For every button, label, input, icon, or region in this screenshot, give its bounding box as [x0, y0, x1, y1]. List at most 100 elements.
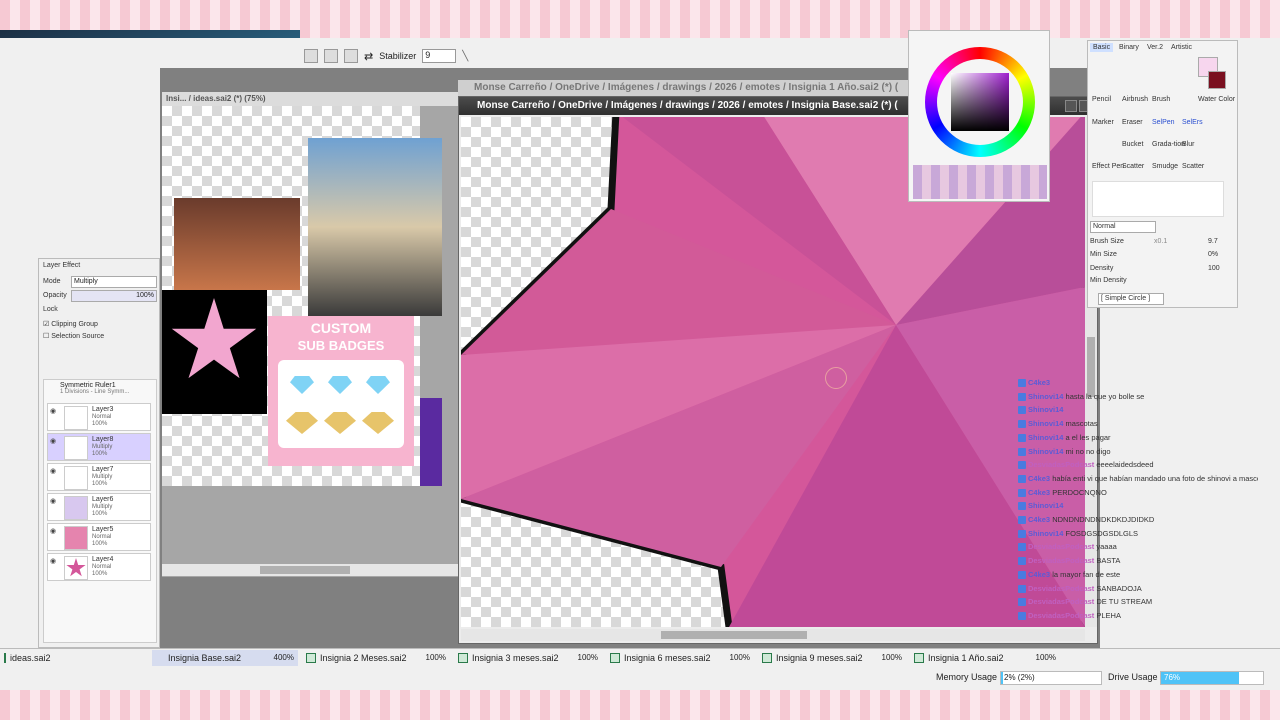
layer-item[interactable]: ◉ Layer3 Normal 100% — [47, 403, 151, 431]
ideas-document-window[interactable]: Insi... / ideas.sai2 (*) (75%) CUSTOM SU… — [162, 92, 458, 577]
chat-message: DesviadasPodcast BASTA — [1018, 554, 1258, 568]
selection-source-checkbox[interactable]: ☐ Selection Source — [43, 332, 104, 340]
tool-eraser[interactable]: Eraser — [1122, 119, 1143, 126]
tool-selers[interactable]: SelErs — [1182, 119, 1203, 126]
visibility-eye-icon[interactable]: ◉ — [50, 527, 60, 535]
chat-text: mi no no digo — [1063, 446, 1111, 456]
chat-username: DesviadasPodcast — [1028, 556, 1095, 566]
blend-mode-select[interactable]: Normal — [1090, 221, 1156, 233]
chat-message: C4ke3 había enti vi que habían mandado u… — [1018, 472, 1258, 486]
brush-cursor-icon — [825, 367, 847, 389]
tab-document[interactable]: Insignia 3 meses.sai2 100% — [454, 650, 602, 666]
min-density-label: Min Density — [1090, 277, 1127, 284]
ruler-desc: 1 Divisions - Line Symm... — [60, 389, 130, 395]
tool-marker[interactable]: Marker — [1092, 119, 1114, 126]
chat-message: Shinovi14 — [1018, 403, 1258, 417]
chat-badge-icon — [1018, 461, 1026, 470]
layer-item[interactable]: ◉ Layer7 Multiply 100% — [47, 463, 151, 491]
chat-username: C4ke3 — [1028, 569, 1051, 579]
pen-icon[interactable]: ╲ — [462, 51, 468, 62]
tool-smudge[interactable]: Smudge — [1152, 163, 1178, 170]
layer-thumbnail — [64, 436, 88, 460]
layer-item[interactable]: ◉ Layer8 Multiply 100% — [47, 433, 151, 461]
chat-text: FOSDGSDGSDLGLS — [1063, 528, 1139, 538]
window-close-button[interactable] — [1065, 100, 1077, 112]
stabilizer-select[interactable]: 9 — [422, 49, 457, 63]
layer-opacity: 100% — [92, 481, 108, 487]
main-hscroll[interactable] — [461, 629, 1085, 641]
tool-scatter-2[interactable]: Scatter — [1182, 163, 1204, 170]
visibility-eye-icon[interactable]: ◉ — [50, 497, 60, 505]
brush-size-value[interactable]: 9.7 — [1208, 238, 1218, 245]
tool-blur[interactable]: Blur — [1182, 141, 1194, 148]
tab-document-active[interactable]: Insignia Base.sai2 400% — [152, 650, 298, 666]
tab-zoom: 100% — [1035, 653, 1056, 662]
opacity-label: Opacity — [43, 292, 67, 299]
toolbar-button[interactable] — [304, 49, 318, 63]
tab-ver2[interactable]: Ver.2 — [1144, 43, 1166, 52]
lock-label: Lock — [43, 306, 58, 313]
tool-scatter[interactable]: Scatter — [1122, 163, 1144, 170]
tab-binary[interactable]: Binary — [1116, 43, 1142, 52]
tool-pencil[interactable]: Pencil — [1092, 96, 1111, 103]
clipping-group-checkbox[interactable]: ☑ Clipping Group — [43, 320, 98, 328]
tab-artistic[interactable]: Artistic — [1168, 43, 1195, 52]
chat-text: a el les pagar — [1063, 432, 1111, 442]
chat-message: Shinovi14 a el les pagar — [1018, 431, 1258, 445]
ideas-canvas[interactable]: CUSTOM SUB BADGES — [162, 106, 442, 486]
saturation-square[interactable] — [951, 73, 1009, 131]
tool-bucket[interactable]: Bucket — [1122, 141, 1143, 148]
brush-shape-select[interactable]: [ Simple Circle ] — [1098, 293, 1164, 305]
toolbar-button[interactable] — [324, 49, 338, 63]
layer-effect-title[interactable]: Layer Effect — [43, 262, 80, 269]
chat-badge-icon — [1018, 406, 1026, 415]
back-window-title[interactable]: Monse Carreño / OneDrive / Imágenes / dr… — [458, 80, 910, 96]
tool-water-color[interactable]: Water Color — [1198, 96, 1235, 103]
tab-document[interactable]: Insignia 6 meses.sai2 100% — [606, 650, 754, 666]
drive-usage-value: 76% — [1164, 673, 1181, 682]
chat-badge-icon — [1018, 488, 1026, 497]
min-size-value[interactable]: 0% — [1208, 251, 1218, 258]
visibility-eye-icon[interactable]: ◉ — [50, 437, 60, 445]
brush-size-multiplier[interactable]: x0.1 — [1154, 238, 1167, 245]
tool-effect-pen[interactable]: Effect Pen — [1092, 163, 1124, 170]
tool-brush[interactable]: Brush — [1152, 96, 1170, 103]
tool-selpen[interactable]: SelPen — [1152, 119, 1175, 126]
layer-item[interactable]: ◉ Layer5 Normal 100% — [47, 523, 151, 551]
tab-basic[interactable]: Basic — [1090, 43, 1114, 52]
visibility-eye-icon[interactable]: ◉ — [50, 467, 60, 475]
mode-select[interactable]: Multiply — [71, 276, 157, 288]
chat-username: DesviadasPodcast — [1028, 610, 1095, 620]
chat-text: PERDOCNQNO — [1050, 487, 1107, 497]
tab-document[interactable]: Insignia 2 Meses.sai2 100% — [302, 650, 450, 666]
min-size-label: Min Size — [1090, 251, 1117, 258]
tab-document[interactable]: Insignia 9 meses.sai2 100% — [758, 650, 906, 666]
selection-source-label: Selection Source — [51, 333, 105, 340]
visibility-eye-icon[interactable]: ◉ — [50, 407, 60, 415]
document-tabbar: ideas.sai2 Insignia Base.sai2 400% Insign… — [0, 648, 1280, 666]
visibility-eye-icon[interactable]: ◉ — [50, 557, 60, 565]
ruler-layer[interactable]: Symmetric Ruler1 1 Divisions - Line Symm… — [48, 382, 152, 402]
density-value[interactable]: 100 — [1208, 265, 1220, 272]
tab-document[interactable]: Insignia 1 Año.sai2 100% — [910, 650, 1060, 666]
ideas-hscroll[interactable] — [162, 564, 458, 576]
chat-badge-icon — [1018, 584, 1026, 593]
tool-airbrush[interactable]: Airbrush — [1122, 96, 1148, 103]
layer-name: Layer5 — [92, 526, 114, 533]
tool-gradation[interactable]: Grada-tion — [1152, 141, 1185, 148]
secondary-color-swatch[interactable] — [1208, 71, 1226, 89]
color-swatches[interactable] — [913, 165, 1047, 199]
chat-badge-icon — [1018, 392, 1026, 401]
layer-item[interactable]: ◉ Layer4 Normal 100% — [47, 553, 151, 581]
toolbar-button[interactable] — [344, 49, 358, 63]
tab-document[interactable]: ideas.sai2 — [0, 650, 51, 666]
layer-item[interactable]: ◉ Layer6 Multiply 100% — [47, 493, 151, 521]
layer-opacity: 100% — [92, 571, 108, 577]
document-icon — [610, 653, 620, 663]
chat-badge-icon — [1018, 474, 1026, 483]
ideas-window-title[interactable]: Insi... / ideas.sai2 (*) (75%) — [162, 92, 458, 106]
chat-message: Shinovi14 mascotas — [1018, 417, 1258, 431]
chat-message: Shinovi14 mi no no digo — [1018, 445, 1258, 459]
layer-opacity: 100% — [92, 451, 108, 457]
opacity-slider[interactable]: 100% — [71, 290, 157, 302]
